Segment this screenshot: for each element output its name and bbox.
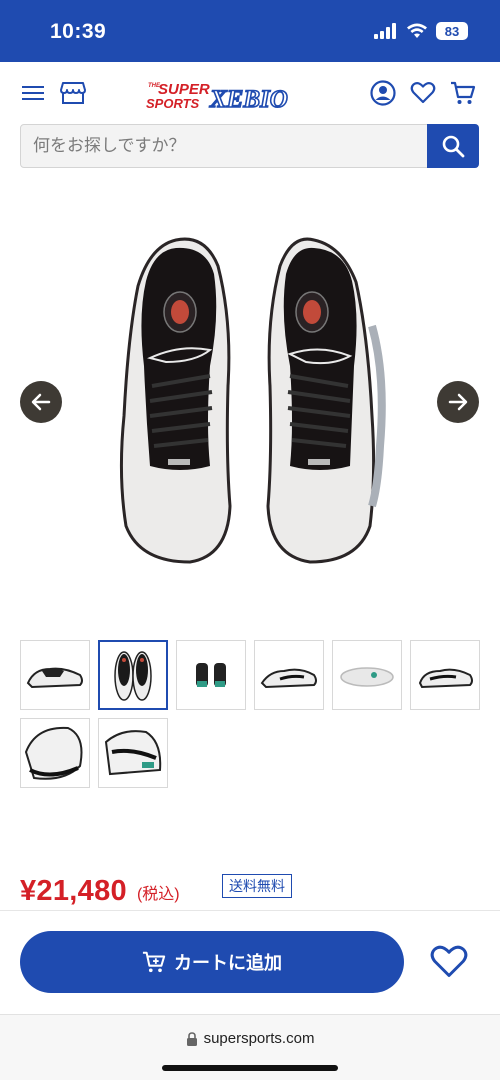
add-to-cart-label: カートに追加 [174, 953, 282, 973]
menu-icon[interactable] [18, 78, 48, 108]
price-row: ¥21,480 (税込) [20, 868, 180, 908]
gallery-prev-button[interactable] [20, 381, 62, 423]
arrow-right-icon [448, 393, 468, 411]
site-logo[interactable]: THE SUPER SPORTS XEBIO [144, 78, 314, 112]
divider [0, 910, 500, 911]
logo-xebio: XEBIO [209, 86, 288, 112]
site-header: THE SUPER SPORTS XEBIO [0, 62, 500, 124]
product-price: ¥21,480 [20, 875, 127, 907]
lock-icon [186, 1031, 197, 1046]
thumbnail-4[interactable] [254, 640, 324, 710]
store-icon[interactable] [58, 78, 88, 108]
thumbnail-7[interactable] [20, 718, 90, 788]
product-image [119, 237, 386, 564]
gallery-next-button[interactable] [437, 381, 479, 423]
heart-icon [430, 945, 468, 977]
status-icons: 83 [374, 22, 468, 40]
signal-icon [374, 23, 396, 39]
account-icon[interactable] [368, 78, 398, 108]
thumbnail-6[interactable] [410, 640, 480, 710]
tax-note: (税込) [136, 886, 180, 903]
home-indicator[interactable] [162, 1065, 338, 1071]
search-button[interactable] [427, 124, 479, 168]
left-shoe [119, 237, 232, 564]
search-input[interactable] [20, 124, 428, 168]
status-bar: 10:39 83 [0, 0, 500, 62]
thumbnail-2[interactable] [98, 640, 168, 710]
thumbnail-5[interactable] [332, 640, 402, 710]
favorite-button[interactable] [426, 940, 472, 984]
search-icon [442, 135, 465, 158]
wifi-icon [407, 23, 427, 38]
url-text: supersports.com [203, 1030, 315, 1047]
url-bar[interactable]: supersports.com [0, 1030, 500, 1047]
thumbnail-8[interactable] [98, 718, 168, 788]
arrow-left-icon [31, 393, 51, 411]
battery-icon: 83 [436, 22, 468, 40]
add-to-cart-button[interactable]: カートに追加 [20, 931, 404, 993]
cart-icon [142, 951, 166, 973]
thumbnail-1[interactable] [20, 640, 90, 710]
right-shoe [266, 237, 386, 564]
status-time: 10:39 [50, 20, 107, 43]
thumbnail-3[interactable] [176, 640, 246, 710]
shipping-badge: 送料無料 [222, 874, 292, 898]
cart-icon[interactable] [448, 78, 478, 108]
browser-bar: supersports.com [0, 1014, 500, 1080]
search-bar [20, 124, 479, 168]
logo-sports: SPORTS [146, 96, 200, 111]
heart-icon[interactable] [408, 78, 438, 108]
